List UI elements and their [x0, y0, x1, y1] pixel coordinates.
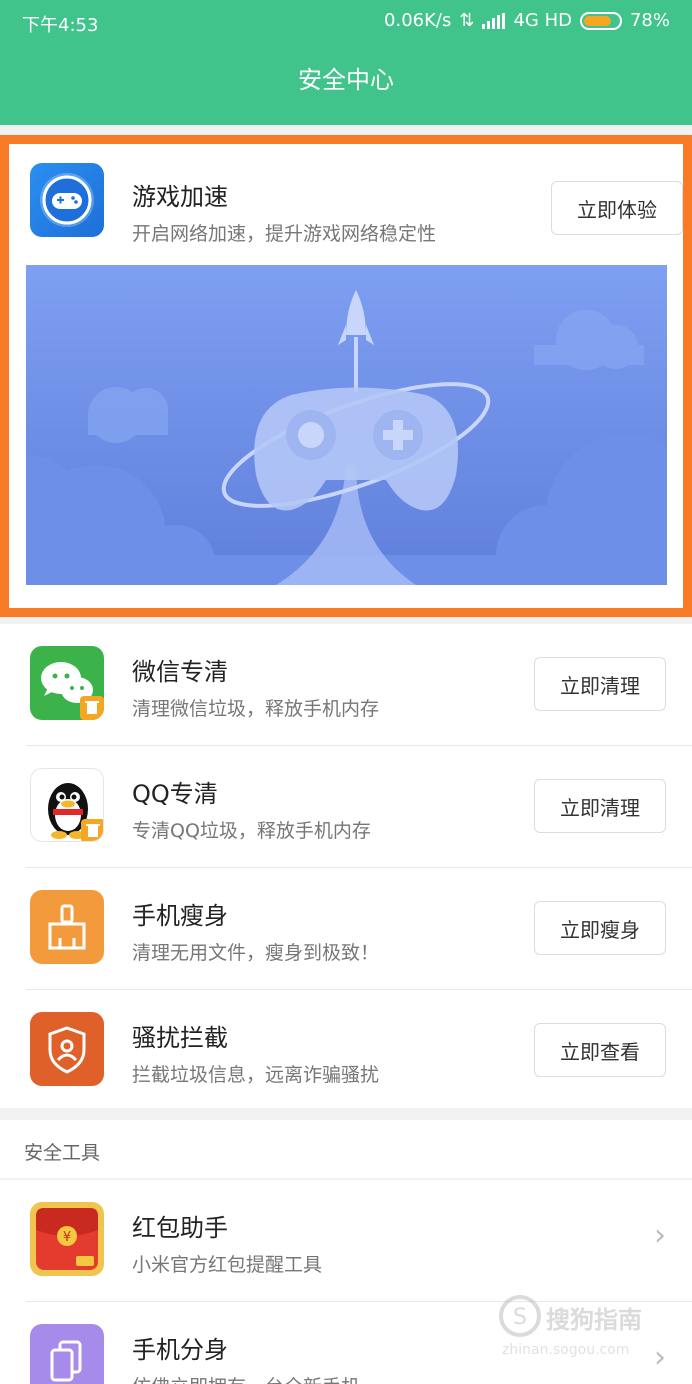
- qq-clean-desc: 专清QQ垃圾，释放手机内存: [132, 820, 371, 842]
- red-envelope-name: 红包助手: [132, 1214, 228, 1242]
- phone-clone-name: 手机分身: [132, 1336, 228, 1364]
- game-boost-button[interactable]: 立即体验: [551, 181, 683, 235]
- status-bar: 下午4:53 0.06K/s ⇅ 4G HD 78%: [0, 0, 692, 44]
- harassment-block-name: 骚扰拦截: [132, 1024, 228, 1052]
- red-envelope-icon: ¥: [30, 1202, 104, 1276]
- wechat-clean-desc: 清理微信垃圾，释放手机内存: [132, 698, 380, 720]
- svg-text:¥: ¥: [63, 1230, 71, 1245]
- status-right: 0.06K/s ⇅ 4G HD 78%: [384, 10, 670, 31]
- phone-slim-name: 手机瘦身: [132, 902, 228, 930]
- gamepad-icon: [30, 163, 104, 237]
- phone-slim-desc: 清理无用文件，瘦身到极致！: [132, 942, 380, 964]
- watermark: S 搜狗指南 zhinan.sogou.com: [498, 1290, 668, 1370]
- broom-icon: [30, 890, 104, 964]
- qq-clean-button[interactable]: 立即清理: [534, 779, 666, 833]
- battery-fill: [583, 15, 611, 26]
- game-boost-row[interactable]: 游戏加速 开启网络加速，提升游戏网络稳定性 立即体验: [9, 144, 683, 264]
- data-arrows-icon: ⇅: [459, 10, 475, 31]
- game-boost-card[interactable]: 游戏加速 开启网络加速，提升游戏网络稳定性 立即体验: [0, 135, 692, 617]
- list-item-phone-slim[interactable]: 手机瘦身 清理无用文件，瘦身到极致！ 立即瘦身: [0, 868, 692, 990]
- shield-icon: [30, 1012, 104, 1086]
- svg-text:S: S: [513, 1305, 527, 1330]
- watermark-title: 搜狗指南: [546, 1306, 642, 1334]
- phone-clone-icon: [30, 1324, 104, 1384]
- page-title: 安全中心: [298, 66, 394, 94]
- wechat-icon: [30, 646, 104, 720]
- red-envelope-desc: 小米官方红包提醒工具: [132, 1254, 323, 1276]
- app-header: 下午4:53 0.06K/s ⇅ 4G HD 78% 安全中心: [0, 0, 692, 125]
- status-time: 下午4:53: [22, 15, 99, 36]
- phone-clone-desc: 仿佛立即拥有一台全新手机: [132, 1372, 360, 1384]
- game-boost-desc: 开启网络加速，提升游戏网络稳定性: [132, 223, 437, 245]
- signal-icon: [482, 12, 506, 29]
- section-label-tools: 安全工具: [0, 1120, 692, 1178]
- chevron-right-icon: ›: [654, 1218, 666, 1253]
- watermark-url: zhinan.sogou.com: [502, 1342, 630, 1358]
- qq-penguin-icon: [30, 768, 104, 842]
- list-item-harassment-block[interactable]: 骚扰拦截 拦截垃圾信息，远离诈骗骚扰 立即查看: [0, 990, 692, 1108]
- battery-percent: 78%: [629, 10, 670, 31]
- game-boost-name: 游戏加速: [132, 183, 228, 211]
- list-item-red-envelope[interactable]: ¥ 红包助手 小米官方红包提醒工具 ›: [0, 1180, 692, 1302]
- wechat-clean-name: 微信专清: [132, 658, 228, 686]
- harassment-block-button[interactable]: 立即查看: [534, 1023, 666, 1077]
- list-item-qq-clean[interactable]: QQ专清 专清QQ垃圾，释放手机内存 立即清理: [0, 746, 692, 868]
- watermark-logo-icon: S: [499, 1295, 541, 1337]
- harassment-block-desc: 拦截垃圾信息，远离诈骗骚扰: [132, 1064, 380, 1086]
- battery-icon: [579, 11, 622, 30]
- qq-clean-name: QQ专清: [132, 780, 218, 808]
- wechat-clean-button[interactable]: 立即清理: [534, 657, 666, 711]
- network-type: 4G HD: [513, 10, 572, 31]
- phone-slim-button[interactable]: 立即瘦身: [534, 901, 666, 955]
- network-speed: 0.06K/s: [384, 10, 452, 31]
- game-boost-banner[interactable]: [26, 265, 667, 585]
- list-item-wechat-clean[interactable]: 微信专清 清理微信垃圾，释放手机内存 立即清理: [0, 624, 692, 746]
